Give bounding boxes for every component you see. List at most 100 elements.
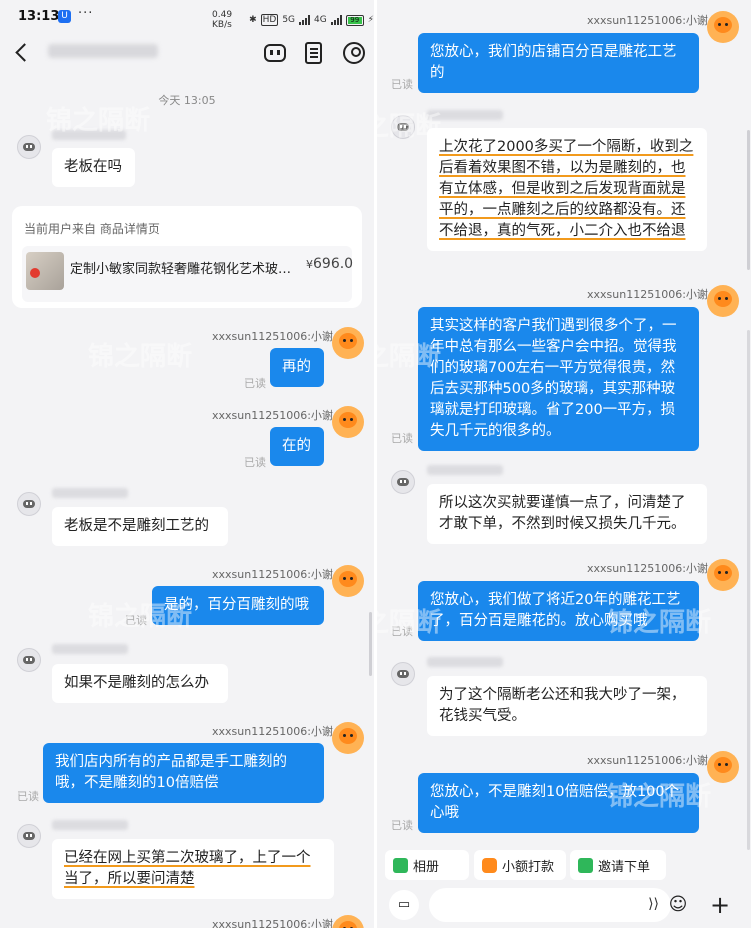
seller-avatar[interactable] [707,559,739,591]
invite-icon [578,857,593,873]
message-buyer: 已经在网上买第二次玻璃了，上了一个当了，所以要问清楚 [52,839,334,899]
blurred-buyer-name [427,110,503,120]
album-label: 相册 [413,859,440,875]
message-seller: 您放心，不是雕刻10倍赔偿，放100个心哦 [418,773,699,833]
signal-icon-2 [330,15,342,25]
battery-level: 99 [347,16,362,24]
blurred-contact-name [48,44,158,58]
message-text: 上次花了2000多买了一个隔断，收到之后看着效果图不错，以为是雕刻的，也有立体感… [439,139,694,239]
scrollbar-track[interactable] [747,330,750,850]
seller-nick: xxxsun11251006:小谢 [212,918,333,928]
input-bar: ▭ ⟩⟩ ☺ + [377,884,751,928]
buyer-avatar[interactable] [391,470,415,494]
profile-icon[interactable] [343,42,365,64]
seller-avatar[interactable] [332,406,364,438]
read-status: 已读 [391,819,413,832]
message-buyer: 为了这个隔断老公还和我大吵了一架，花钱买气受。 [427,676,707,736]
seller-avatar[interactable] [707,751,739,783]
product-thumbnail [26,252,64,290]
message-seller: 在的 [270,427,324,466]
message-buyer: 如果不是雕刻的怎么办 [52,664,228,703]
network-5g: 5G [282,15,296,25]
right-chat-screenshot: xxxsun11251006:小谢 您放心，我们的店铺百分百是雕花工艺的 已读 … [377,0,751,928]
seller-nick: xxxsun11251006:小谢 [587,14,708,27]
order-list-icon[interactable] [305,42,322,64]
blurred-buyer-name [52,644,128,654]
watermark: 锦之隔断 [88,342,193,372]
hd-icon: HD [260,14,279,26]
message-seller: 再的 [270,348,324,387]
message-buyer: 老板是不是雕刻工艺的 [52,507,228,546]
app-notification-icon: U [58,10,71,23]
buyer-avatar[interactable] [17,492,41,516]
status-icons: 0.49 KB/s ✱ HD 5G 4G 99 ⚡ [212,10,374,30]
read-status: 已读 [17,790,39,803]
message-input[interactable]: ⟩⟩ [429,888,671,922]
seller-nick: xxxsun11251006:小谢 [587,288,708,301]
read-status: 已读 [391,78,413,91]
plus-icon[interactable]: + [705,890,735,920]
message-seller: 其实这样的客户我们遇到很多个了，一年中总有那么一些客户会中招。觉得我们的玻璃70… [418,307,699,451]
seller-avatar[interactable] [332,915,364,928]
chat-header [0,34,374,74]
product-item[interactable]: 定制小敏家同款轻奢雕花钢化艺术玻璃隔断 ¥696.0 [22,246,353,302]
blurred-buyer-name [52,488,128,498]
buyer-avatar[interactable] [17,648,41,672]
net-speed: 0.49 KB/s [212,10,233,30]
message-buyer: 所以这次买就要谨慎一点了，问清楚了才敢下单，不然到时候又损失几千元。 [427,484,707,544]
tip-button[interactable]: 小额打款 [474,850,566,880]
voice-icon[interactable]: ⟩⟩ [648,896,659,912]
buyer-avatar[interactable] [391,662,415,686]
seller-avatar[interactable] [707,11,739,43]
status-time: 13:13 [18,9,60,24]
message-seller: 是的，百分百雕刻的哦 [152,586,324,625]
seller-nick: xxxsun11251006:小谢 [212,330,333,343]
read-status: 已读 [391,625,413,638]
status-bar: 13:13 U ··· 0.49 KB/s ✱ HD 5G 4G 99 ⚡ [0,0,374,34]
seller-nick: xxxsun11251006:小谢 [212,725,333,738]
message-buyer: 老板在吗 [52,148,135,187]
timestamp: 今天 13:05 [158,94,216,107]
keyboard-toggle-icon[interactable]: ▭ [389,890,419,920]
read-status: 已读 [391,432,413,445]
blurred-buyer-name [52,130,126,140]
price-value: 696.0 [313,256,354,272]
read-status: 已读 [244,377,266,390]
left-chat-screenshot: 13:13 U ··· 0.49 KB/s ✱ HD 5G 4G 99 ⚡ 今天… [0,0,374,928]
buyer-avatar[interactable] [17,135,41,159]
bluetooth-icon: ✱ [249,15,257,25]
blurred-buyer-name [427,465,503,475]
scrollbar[interactable] [747,130,750,270]
buyer-avatar[interactable] [391,115,415,139]
message-text: 已经在网上买第二次玻璃了，上了一个当了，所以要问清楚 [64,850,311,887]
back-arrow-icon[interactable] [14,40,32,66]
read-status: 已读 [244,456,266,469]
product-card[interactable]: 当前用户来自 商品详情页 定制小敏家同款轻奢雕花钢化艺术玻璃隔断 ¥696.0 [12,206,362,308]
invite-order-button[interactable]: 邀请下单 [570,850,666,880]
product-source-label: 当前用户来自 商品详情页 [24,222,160,236]
blurred-buyer-name [52,820,128,830]
scrollbar[interactable] [369,612,372,676]
album-button[interactable]: 相册 [385,850,469,880]
product-title: 定制小敏家同款轻奢雕花钢化艺术玻璃隔断 [70,262,304,277]
read-status: 已读 [125,614,147,627]
seller-nick: xxxsun11251006:小谢 [587,562,708,575]
product-price: ¥696.0 [306,256,353,272]
message-buyer: 上次花了2000多买了一个隔断，收到之后看着效果图不错，以为是雕刻的，也有立体感… [427,128,707,251]
seller-avatar[interactable] [332,722,364,754]
message-seller: 您放心，我们做了将近20年的雕花工艺了，百分百是雕花的。放心购买哦 [418,581,699,641]
message-seller: 您放心，我们的店铺百分百是雕花工艺的 [418,33,699,93]
more-notifications-icon: ··· [78,6,94,21]
seller-avatar[interactable] [707,285,739,317]
buyer-avatar[interactable] [17,824,41,848]
signal-icon [299,15,311,25]
seller-avatar[interactable] [332,565,364,597]
invite-label: 邀请下单 [598,859,651,875]
seller-nick: xxxsun11251006:小谢 [587,754,708,767]
money-icon [482,857,497,873]
seller-avatar[interactable] [332,327,364,359]
robot-assistant-icon[interactable] [264,44,286,62]
emoji-icon[interactable]: ☺ [663,890,693,920]
tip-label: 小额打款 [502,859,555,875]
message-seller: 我们店内所有的产品都是手工雕刻的哦，不是雕刻的10倍赔偿 [43,743,324,803]
